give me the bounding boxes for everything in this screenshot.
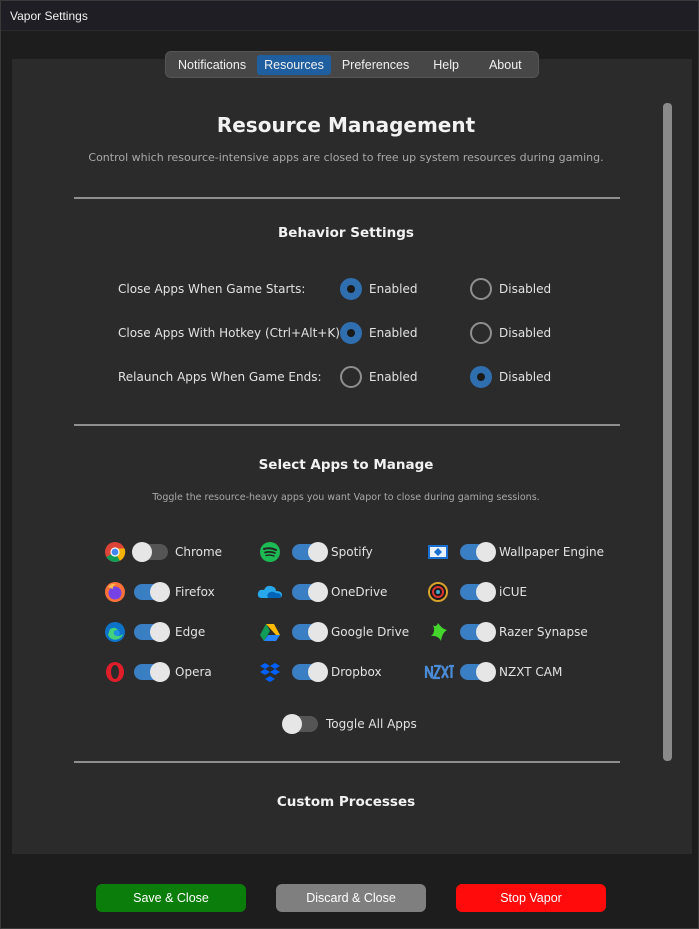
app-label: Edge [175,625,206,639]
stop-vapor-button[interactable]: Stop Vapor [456,884,606,912]
onedrive-toggle[interactable] [292,582,328,602]
divider [74,761,620,763]
save-close-button[interactable]: Save & Close [96,884,246,912]
nzxt-icon [424,664,454,680]
tab-about[interactable]: About [482,55,529,75]
opera-icon [106,662,124,682]
edge-toggle[interactable] [134,622,170,642]
app-label: Opera [175,665,212,679]
radio-label: Enabled [369,370,418,384]
razer-icon [431,623,447,641]
discard-close-button[interactable]: Discard & Close [276,884,426,912]
radio-label: Disabled [499,370,552,384]
app-label: iCUE [499,585,528,599]
select-apps-subtitle: Toggle the resource-heavy apps you want … [152,492,540,503]
dropbox-toggle[interactable] [292,662,328,682]
firefox-toggle[interactable] [134,582,170,602]
app-window: Vapor Settings Resource Management Contr… [0,0,699,929]
page-title: Resource Management [216,113,476,137]
google-drive-icon [260,624,280,641]
page-subtitle: Control which resource-intensive apps ar… [88,151,604,164]
relaunch-disabled-radio[interactable] [470,366,492,388]
toggle-all-label: Toggle All Apps [326,717,417,731]
app-label: Chrome [175,545,223,559]
chrome-toggle[interactable] [132,542,168,562]
toggle-all-apps-switch[interactable] [282,714,318,734]
razer-synapse-toggle[interactable] [460,622,496,642]
window-title: Vapor Settings [10,9,88,23]
hotkey-disabled-radio[interactable] [470,322,492,344]
behavior-row-label: Close Apps When Game Starts: [118,282,306,296]
app-label: Google Drive [331,625,410,639]
divider [74,424,620,426]
hotkey-enabled-radio[interactable] [340,322,362,344]
app-label: NZXT CAM [499,665,563,679]
dropbox-icon [260,663,280,682]
app-label: Dropbox [331,665,382,679]
edge-icon [105,622,125,642]
close-on-start-enabled-radio[interactable] [340,278,362,300]
onedrive-icon [257,585,282,598]
radio-label: Disabled [499,326,552,340]
chrome-icon [105,542,126,562]
title-bar: Vapor Settings [1,1,698,31]
scrollbar[interactable] [663,103,672,761]
custom-processes-title: Custom Processes [276,794,416,810]
settings-panel: Resource Management Control which resour… [12,59,692,854]
app-label: Firefox [175,585,215,599]
wallpaper-engine-icon [428,545,448,559]
spotify-toggle[interactable] [292,542,328,562]
radio-label: Enabled [369,326,418,340]
wallpaper-engine-toggle[interactable] [460,542,496,562]
behavior-row-label: Relaunch Apps When Game Ends: [118,370,322,384]
google-drive-toggle[interactable] [292,622,328,642]
tab-resources[interactable]: Resources [257,54,331,75]
firefox-icon [105,582,125,602]
opera-toggle[interactable] [134,662,170,682]
relaunch-enabled-radio[interactable] [340,366,362,388]
nzxt-cam-toggle[interactable] [460,662,496,682]
behavior-row-label: Close Apps With Hotkey (Ctrl+Alt+K): [118,326,344,340]
icue-toggle[interactable] [460,582,496,602]
settings-tabs: Notifications Resources Preferences Help… [165,51,539,78]
tab-notifications[interactable]: Notifications [171,55,253,75]
behavior-settings-title: Behavior Settings [278,225,414,241]
app-label: Razer Synapse [499,625,588,639]
select-apps-title: Select Apps to Manage [258,457,434,473]
radio-label: Disabled [499,282,552,296]
app-label: Wallpaper Engine [499,545,604,559]
spotify-icon [260,542,280,562]
tab-help[interactable]: Help [426,55,466,75]
tab-preferences[interactable]: Preferences [335,55,416,75]
icue-icon [428,582,448,602]
app-label: Spotify [331,545,373,559]
app-label: OneDrive [331,585,388,599]
divider [74,197,620,199]
close-on-start-disabled-radio[interactable] [470,278,492,300]
radio-label: Enabled [369,282,418,296]
